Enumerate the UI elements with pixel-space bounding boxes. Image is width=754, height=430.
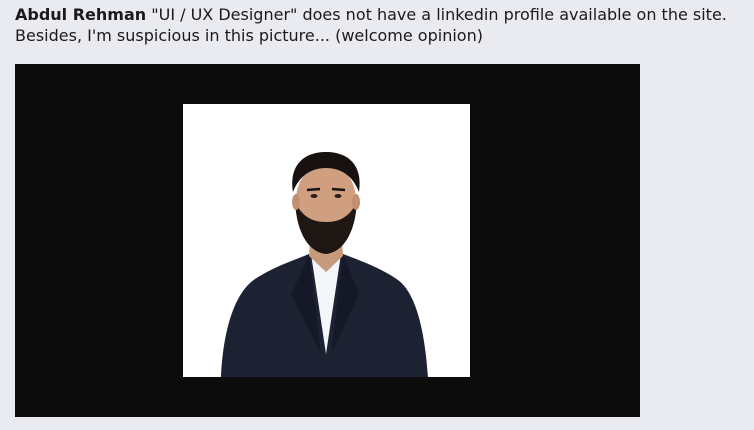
post-text: Abdul Rehman "UI / UX Designer" does not… <box>15 4 750 46</box>
post-text-line1: "UI / UX Designer" does not have a linke… <box>146 5 727 24</box>
post-image-frame[interactable] <box>15 64 640 417</box>
post-text-line2: Besides, I'm suspicious in this picture.… <box>15 26 483 45</box>
author-name[interactable]: Abdul Rehman <box>15 5 146 24</box>
profile-photo <box>183 104 470 377</box>
person-illustration <box>183 104 470 377</box>
